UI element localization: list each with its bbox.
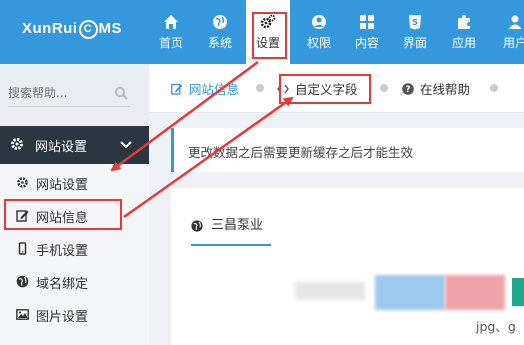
arrow-site-info-to-custom-fields — [123, 96, 294, 219]
annotation-arrows — [110, 60, 294, 219]
arrow-settings-to-sidebar — [110, 60, 259, 172]
